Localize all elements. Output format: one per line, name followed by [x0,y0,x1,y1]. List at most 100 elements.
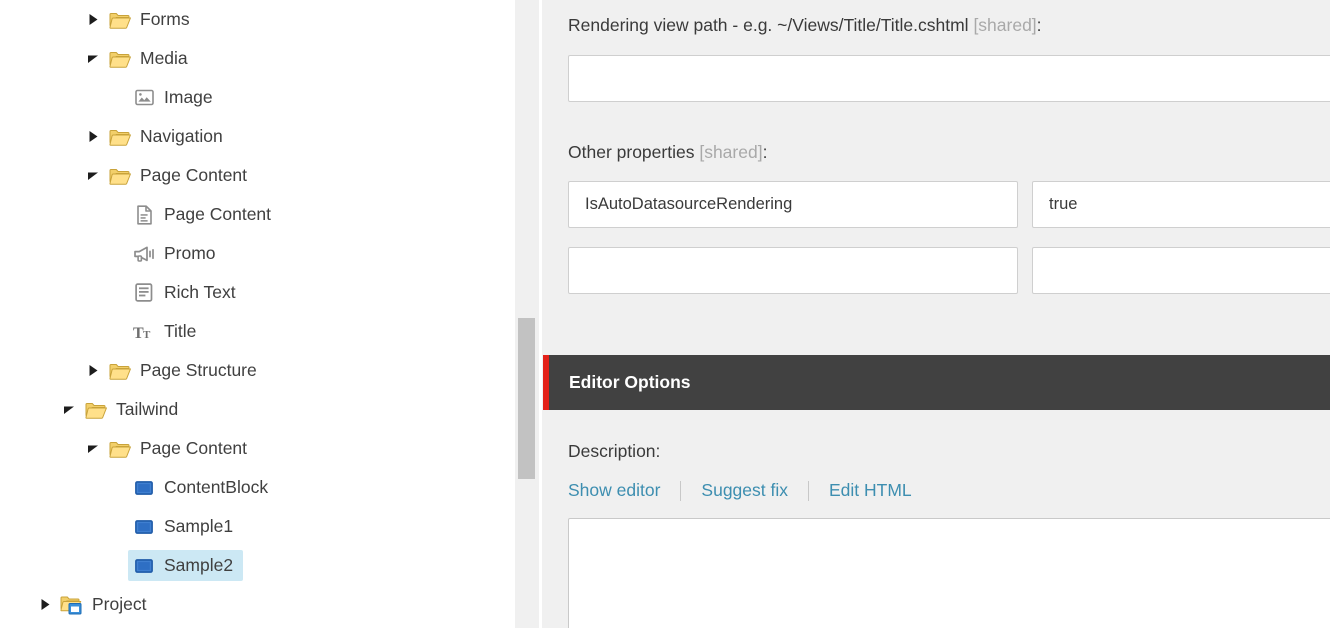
tree-node-sample1-13[interactable]: Sample1 [0,507,515,546]
property-key-input-1[interactable] [568,247,1018,294]
expand-arrow-icon[interactable] [82,117,104,156]
tree-node-sample2-14[interactable]: Sample2 [0,546,515,585]
rendering-icon [132,476,156,500]
link-separator [808,481,809,501]
twisty-spacer [106,273,128,312]
tree-node-label: ContentBlock [164,479,268,497]
svg-text:T: T [143,329,151,340]
tree-node-label: Page Content [140,440,247,458]
tree-node-image-2[interactable]: Image [0,78,515,117]
rendering-icon [132,554,156,578]
tree-node-page-content-5[interactable]: Page Content [0,195,515,234]
twisty-spacer [106,78,128,117]
folder-icon [108,125,132,149]
folder-icon [108,47,132,71]
editor-options-title: Editor Options [543,374,691,392]
component-tree-panel[interactable]: Forms Media Image Navigation Page Content Pag… [0,0,515,628]
show-editor-link[interactable]: Show editor [568,482,660,500]
tree-node-label: Page Content [164,206,271,224]
expand-arrow-icon[interactable] [34,585,56,624]
description-textarea[interactable] [568,518,1330,628]
tree-node-contentblock-12[interactable]: ContentBlock [0,468,515,507]
tree-node-tailwind-10[interactable]: Tailwind [0,390,515,429]
tree-node-label: Promo [164,245,216,263]
image-icon [132,86,156,110]
tree-node-page-content-11[interactable]: Page Content [0,429,515,468]
link-separator [680,481,681,501]
twisty-spacer [106,468,128,507]
edit-html-link[interactable]: Edit HTML [829,482,912,500]
tree-node-label: Project [92,596,146,614]
tree-node-forms-0[interactable]: Forms [0,0,515,39]
tree-node-hit-area[interactable]: Sample2 [128,550,243,581]
collapse-arrow-icon[interactable] [82,429,104,468]
tree-node-hit-area[interactable]: Tailwind [80,394,188,425]
tree-node-label: Title [164,323,196,341]
description-label: Description: [568,443,660,461]
project-folder-icon [60,593,84,617]
tree-node-hit-area[interactable]: Navigation [104,121,233,152]
suggest-fix-link[interactable]: Suggest fix [701,482,788,500]
properties-panel: Rendering view path - e.g. ~/Views/Title… [542,0,1330,628]
other-properties-label-main: Other properties [568,142,694,162]
tree-node-label: Page Content [140,167,247,185]
property-key-input-0[interactable] [568,181,1018,228]
tree-node-project-15[interactable]: Project [0,585,515,624]
expand-arrow-icon[interactable] [82,351,104,390]
section-accent-bar [543,355,549,410]
rendering-view-path-input[interactable] [568,55,1330,102]
other-properties-colon: : [763,142,768,162]
tree-node-title-8[interactable]: TT Title [0,312,515,351]
tree-node-hit-area[interactable]: Forms [104,4,200,35]
tree-node-label: Forms [140,11,190,29]
tree-node-label: Image [164,89,213,107]
tree-node-hit-area[interactable]: Rich Text [128,277,246,308]
rendering-editor-window: Forms Media Image Navigation Page Content Pag… [0,0,1330,628]
folder-icon [108,8,132,32]
tree-node-label: Sample1 [164,518,233,536]
tree-node-hit-area[interactable]: ContentBlock [128,472,278,503]
tree-node-hit-area[interactable]: Page Content [104,160,257,191]
other-properties-shared-tag: [shared] [699,142,762,162]
tree-node-promo-6[interactable]: Promo [0,234,515,273]
twisty-spacer [106,195,128,234]
document-icon [132,203,156,227]
folder-icon [84,398,108,422]
tree-node-hit-area[interactable]: Image [128,82,223,113]
folder-icon [108,437,132,461]
tree-scrollbar-track[interactable] [515,0,539,628]
title-text-icon: TT [132,320,156,344]
collapse-arrow-icon[interactable] [82,39,104,78]
description-action-links: Show editor Suggest fix Edit HTML [568,480,912,502]
collapse-arrow-icon[interactable] [58,390,80,429]
tree-node-navigation-3[interactable]: Navigation [0,117,515,156]
tree-node-label: Navigation [140,128,223,146]
folder-icon [108,164,132,188]
tree-node-hit-area[interactable]: Page Content [104,433,257,464]
tree-node-hit-area[interactable]: Project [56,589,156,620]
tree-node-rich-text-7[interactable]: Rich Text [0,273,515,312]
rich-text-icon [132,281,156,305]
editor-options-section-header: Editor Options [543,355,1330,410]
collapse-arrow-icon[interactable] [82,156,104,195]
tree-node-label: Tailwind [116,401,178,419]
megaphone-icon [132,242,156,266]
property-value-input-0[interactable] [1032,181,1330,228]
tree-node-label: Rich Text [164,284,236,302]
tree-node-hit-area[interactable]: Page Structure [104,355,267,386]
tree-node-hit-area[interactable]: Media [104,43,198,74]
tree-scrollbar-thumb[interactable] [518,318,535,479]
twisty-spacer [106,312,128,351]
tree-node-hit-area[interactable]: Sample1 [128,511,243,542]
twisty-spacer [106,234,128,273]
rendering-view-path-label: Rendering view path - e.g. ~/Views/Title… [568,17,1042,35]
expand-arrow-icon[interactable] [82,0,104,39]
tree-node-media-1[interactable]: Media [0,39,515,78]
tree-node-hit-area[interactable]: Promo [128,238,226,269]
tree-node-hit-area[interactable]: Page Content [128,199,281,230]
tree-node-label: Page Structure [140,362,257,380]
tree-node-page-content-4[interactable]: Page Content [0,156,515,195]
tree-node-page-structure-9[interactable]: Page Structure [0,351,515,390]
property-value-input-1[interactable] [1032,247,1330,294]
tree-node-hit-area[interactable]: TT Title [128,316,206,347]
